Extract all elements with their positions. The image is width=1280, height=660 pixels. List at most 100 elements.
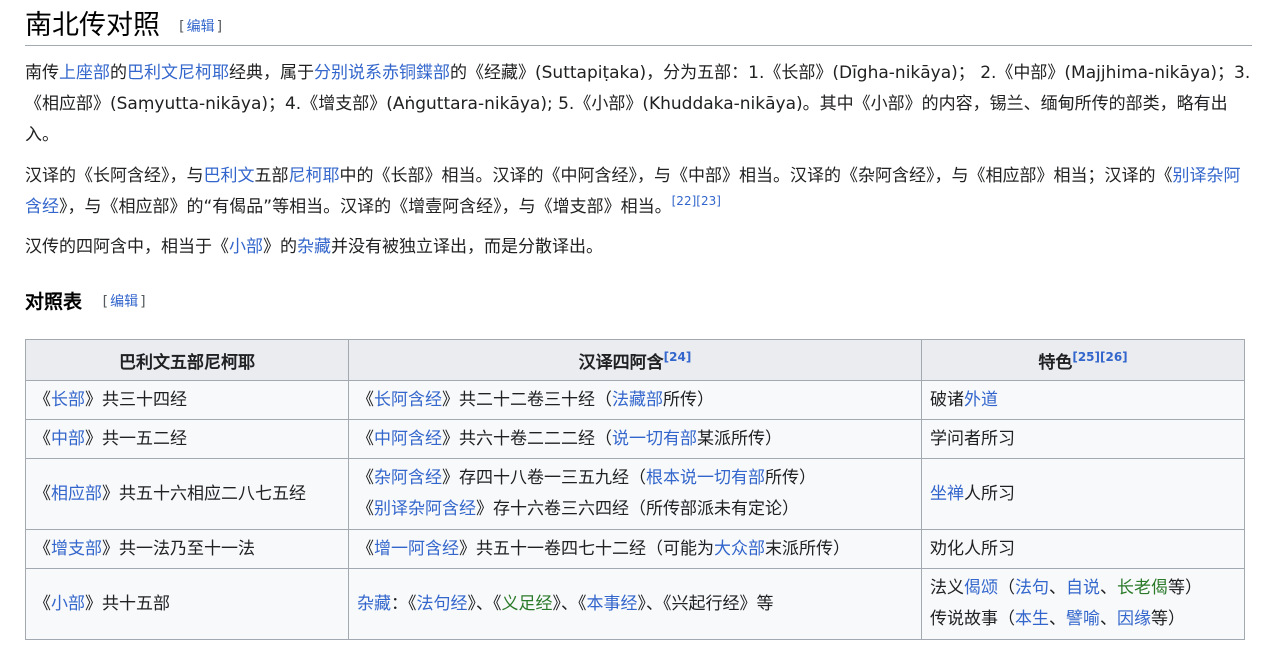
text: 》、《: [552, 593, 587, 614]
link-dharmaguptaka[interactable]: 法藏部: [612, 390, 663, 410]
link-xiangyingbu[interactable]: 相应部: [51, 484, 102, 504]
link-theravada[interactable]: 上座部: [59, 63, 110, 83]
cell-feature: 坐禅人所习: [921, 458, 1245, 530]
cell-line: 传说故事（本生、譬喻、因缘等）: [930, 604, 1236, 635]
cell-agama: 杂藏：《法句经》、《义足经》、《本事经》、《兴起行经》等: [348, 568, 922, 640]
text: 汉传的四阿含中，相当于《: [25, 237, 229, 257]
ref-24[interactable]: [24]: [664, 350, 692, 364]
link-zhongbu[interactable]: 中部: [51, 429, 85, 449]
table-row: 《增支部》共一法乃至十一法 《增一阿含经》共五十一卷四七十二经（可能为大众部末派…: [25, 529, 1245, 569]
link-yizu-jing[interactable]: 义足经: [502, 594, 553, 614]
link-jisong[interactable]: 偈颂: [964, 578, 998, 598]
edit-bracket-close: ]: [216, 19, 223, 35]
text: 南传: [25, 63, 59, 83]
text: 并没有被独立译出，而是分散译出。: [331, 237, 603, 257]
text: 》共一五二经: [85, 428, 187, 449]
text: 中的《长部》相当。汉译的《中阿含经》，与《中部》相当。汉译的《杂阿含经》，与《相…: [339, 166, 1173, 186]
link-mulasarvastivada[interactable]: 根本说一切有部: [646, 468, 765, 488]
link-zishuo[interactable]: 自说: [1066, 578, 1100, 598]
text: 《: [357, 389, 374, 410]
text: 》共一法乃至十一法: [102, 538, 255, 559]
text: 传说故事（: [930, 609, 1015, 629]
paragraph-3: 汉传的四阿含中，相当于《小部》的杂藏并没有被独立译出，而是分散译出。: [25, 232, 1255, 263]
link-samyukta-agama[interactable]: 杂阿含经: [374, 468, 442, 488]
text: 《: [357, 468, 374, 488]
link-bensheng[interactable]: 本生: [1015, 609, 1049, 629]
cell-feature: 劝化人所习: [921, 529, 1245, 569]
text: 的: [110, 63, 127, 83]
text: 》存四十八卷一三五九经（: [442, 468, 646, 488]
text: 》共六十卷二二二经（: [442, 428, 612, 449]
link-xiaobu-table[interactable]: 小部: [51, 594, 85, 614]
cell-pali: 《增支部》共一法乃至十一法: [25, 529, 349, 569]
link-ekottara-agama[interactable]: 增一阿含经: [374, 539, 459, 559]
link-madhyama-agama[interactable]: 中阿含经: [374, 429, 442, 449]
link-mahasamghika[interactable]: 大众部: [714, 539, 765, 559]
text: 五部: [254, 166, 289, 186]
link-dirgha-agama[interactable]: 长阿含经: [374, 390, 442, 410]
table-row: 《长部》共三十四经 《长阿含经》共二十二卷三十经（法藏部所传） 破诸外道: [25, 380, 1245, 420]
text: 《: [357, 428, 374, 449]
link-nikaya[interactable]: 尼柯耶: [289, 166, 340, 186]
link-changbu[interactable]: 长部: [51, 390, 85, 410]
text: 》存十六卷三六四经（所传部派未有定论）: [476, 499, 799, 519]
edit-bracket-close: ]: [140, 294, 146, 310]
text: 所传）: [663, 389, 714, 410]
text: 》共三十四经: [85, 389, 187, 410]
text: 》共五十六相应二八七五经: [102, 483, 306, 504]
cell-line: 《别译杂阿含经》存十六卷三六四经（所传部派未有定论）: [357, 494, 913, 525]
text: 所传）: [765, 468, 816, 488]
cell-agama: 《杂阿含经》存四十八卷一三五九经（根本说一切有部所传） 《别译杂阿含经》存十六卷…: [348, 458, 922, 530]
text: 、: [1100, 578, 1117, 598]
link-faju-jing[interactable]: 法句经: [417, 594, 468, 614]
header-features: 特色[25][26]: [921, 339, 1245, 381]
link-xiaobu[interactable]: 小部: [229, 237, 263, 257]
text: 》，与《相应部》的“有偈品”等相当。汉译的《增壹阿含经》，与《增支部》相当。: [59, 197, 672, 217]
ref-23[interactable]: [23]: [696, 194, 721, 208]
table-row: 《相应部》共五十六相应二八七五经 《杂阿含经》存四十八卷一三五九经（根本说一切有…: [25, 458, 1245, 530]
link-yinyuan[interactable]: 因缘: [1117, 609, 1151, 629]
cell-feature: 破诸外道: [921, 380, 1245, 420]
ref-25[interactable]: [25]: [1072, 350, 1100, 364]
cell-agama: 《增一阿含经》共五十一卷四七十二经（可能为大众部末派所传）: [348, 529, 922, 569]
cell-pali: 《小部》共十五部: [25, 568, 349, 640]
subsection-edit-link[interactable]: 编辑: [110, 294, 138, 310]
link-pali[interactable]: 巴利文: [204, 166, 255, 186]
link-zhanglaoji[interactable]: 长老偈: [1117, 578, 1168, 598]
edit-bracket-open: [: [179, 19, 185, 35]
link-waidao[interactable]: 外道: [964, 390, 998, 410]
link-faju[interactable]: 法句: [1015, 578, 1049, 598]
link-zazang-table[interactable]: 杂藏: [357, 594, 391, 614]
link-benshi-jing[interactable]: 本事经: [587, 594, 638, 614]
link-piyu[interactable]: 譬喻: [1066, 609, 1100, 629]
text: 破诸: [930, 389, 964, 410]
paragraph-2: 汉译的《长阿含经》，与巴利文五部尼柯耶中的《长部》相当。汉译的《中阿含经》，与《…: [25, 161, 1255, 223]
link-zuochan[interactable]: 坐禅: [930, 484, 964, 504]
link-tamraparniya[interactable]: 分别说系赤铜鍱部: [314, 63, 450, 83]
link-biezayi-table[interactable]: 别译杂阿含经: [374, 499, 476, 519]
ref-22[interactable]: [22]: [672, 194, 697, 208]
header-text: 特色: [1038, 352, 1073, 373]
link-sarvastivada[interactable]: 说一切有部: [612, 429, 697, 449]
link-zazang[interactable]: 杂藏: [297, 237, 331, 257]
header-chinese-agama: 汉译四阿含[24]: [348, 339, 922, 381]
link-zengzhibu[interactable]: 增支部: [51, 539, 102, 559]
subsection-edit: [编辑]: [103, 294, 146, 310]
cell-pali: 《相应部》共五十六相应二八七五经: [25, 458, 349, 530]
cell-feature: 法义偈颂（法句、自说、长老偈等） 传说故事（本生、譬喻、因缘等）: [921, 568, 1245, 640]
section-edit-link[interactable]: 编辑: [187, 19, 215, 35]
text: 、: [1100, 609, 1117, 629]
cell-agama: 《中阿含经》共六十卷二二二经（说一切有部某派所传）: [348, 419, 922, 459]
cell-line: 《杂阿含经》存四十八卷一三五九经（根本说一切有部所传）: [357, 463, 913, 494]
text: 某派所传）: [697, 428, 782, 449]
edit-bracket-open: [: [102, 294, 109, 310]
text: 《: [34, 428, 51, 449]
text: 《: [357, 538, 374, 559]
ref-26[interactable]: [26]: [1100, 350, 1128, 364]
link-pali-nikaya[interactable]: 巴利文尼柯耶: [127, 63, 229, 83]
text: 等）: [1168, 578, 1202, 598]
text: 等）: [1151, 609, 1185, 629]
text: 人所习: [964, 483, 1015, 504]
section-title: 南北传对照: [25, 10, 160, 40]
paragraph-1: 南传上座部的巴利文尼柯耶经典，属于分别说系赤铜鍱部的《经藏》(Suttapiṭa…: [25, 58, 1255, 151]
